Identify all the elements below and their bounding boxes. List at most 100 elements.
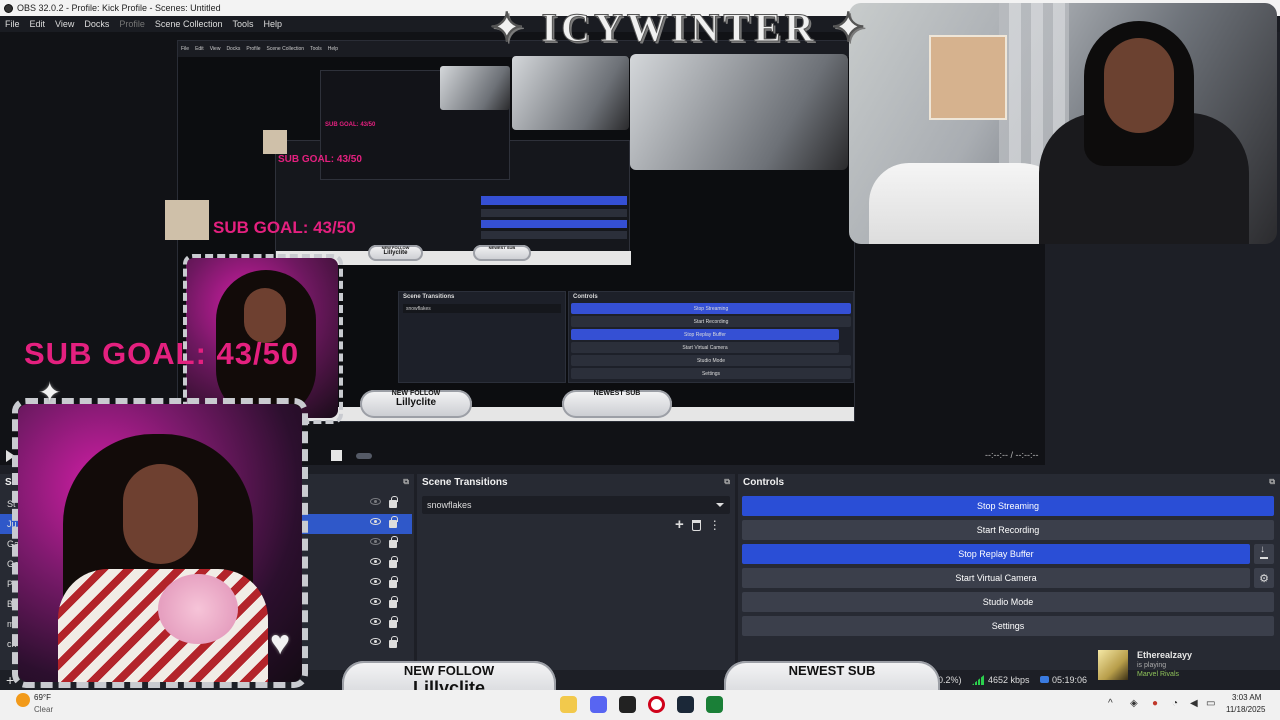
clock-time: 3:03 AM <box>1232 693 1262 702</box>
lock-icon[interactable] <box>389 496 398 508</box>
transition-selected-value: snowflakes <box>427 500 472 510</box>
nested-start-virtual-camera: Start Virtual Camera <box>571 342 839 353</box>
eye-icon[interactable] <box>370 558 381 565</box>
plus-icon[interactable]: + <box>675 517 684 532</box>
lock-icon[interactable] <box>389 516 398 528</box>
undock-icon[interactable]: ⧉ <box>724 477 730 487</box>
battery-icon[interactable]: ▭ <box>1206 698 1215 709</box>
trash-icon[interactable] <box>691 519 701 531</box>
menu-help[interactable]: Help <box>263 19 282 29</box>
lock-icon[interactable] <box>389 636 398 648</box>
wifi-icon[interactable]: ◔ <box>1172 698 1178 709</box>
nested2-bar-2 <box>481 209 627 217</box>
nested2-blue-bar-3 <box>481 220 627 228</box>
nested-settings: Settings <box>571 368 851 379</box>
window-title: OBS 32.0.2 - Profile: Kick Profile - Sce… <box>17 3 221 13</box>
stop-icon[interactable] <box>331 450 342 461</box>
webcam-source <box>849 3 1277 244</box>
opera-icon[interactable] <box>648 696 665 713</box>
stream-time: 05:19:06 <box>1052 675 1088 685</box>
steam-icon[interactable] <box>677 696 694 713</box>
webcam-mirror-2 <box>512 56 629 130</box>
chevron-down-icon <box>716 503 724 507</box>
save-replay-button[interactable] <box>1254 544 1274 564</box>
microphone-icon[interactable]: ● <box>1152 698 1158 709</box>
settings-button[interactable]: Settings <box>742 616 1274 636</box>
start-virtual-camera-button[interactable]: Start Virtual Camera <box>742 568 1250 588</box>
undock-icon[interactable]: ⧉ <box>403 477 409 487</box>
transition-select[interactable]: snowflakes <box>422 496 730 514</box>
newest-sub-pill-sm: NEWEST SUB <box>562 390 672 418</box>
transition-tools: + ⋮ <box>675 517 721 532</box>
volume-icon[interactable]: ◀ <box>1190 698 1198 709</box>
studio-mode-button[interactable]: Studio Mode <box>742 592 1274 612</box>
eye-icon[interactable] <box>370 578 381 585</box>
game-user: Etherealzayy <box>1137 650 1193 660</box>
nested-menu-view: View <box>209 46 221 52</box>
now-playing-widget: Etherealzayy is playing Marvel Rivals <box>1098 648 1278 682</box>
new-follow-pill-xs: NEW FOLLOW Lillyclite <box>368 245 423 261</box>
menu-docks[interactable]: Docks <box>84 19 109 29</box>
newest-sub-sm-label: NEWEST SUB <box>593 390 641 397</box>
nested-menu-file: File <box>181 46 190 52</box>
nested2-bar-4 <box>481 231 627 239</box>
terminal-icon[interactable] <box>706 696 723 713</box>
seek-slider[interactable] <box>356 453 372 459</box>
eye-icon[interactable] <box>370 598 381 605</box>
nested-menu-edit: Edit <box>195 46 204 52</box>
nested-menu-tools: Tools <box>310 46 322 52</box>
menu-edit[interactable]: Edit <box>30 19 46 29</box>
nested-menu-help: Help <box>327 46 339 52</box>
menu-profile[interactable]: Profile <box>119 19 145 29</box>
game-activity: is playing <box>1137 662 1167 669</box>
time-readout: --:--:-- / --:--:-- <box>985 450 1039 460</box>
nested-studio-mode: Studio Mode <box>571 355 851 366</box>
obs-icon[interactable] <box>619 696 636 713</box>
nested-transition-select: snowflakes <box>403 304 561 313</box>
lock-icon[interactable] <box>389 596 398 608</box>
security-icon[interactable]: ◈ <box>1130 698 1138 709</box>
kebab-icon[interactable]: ⋮ <box>709 519 721 531</box>
lock-icon[interactable] <box>389 576 398 588</box>
virtual-camera-config-button[interactable]: ⚙ <box>1254 568 1274 588</box>
sub-goal-medium: SUB GOAL: 43/50 <box>213 218 356 237</box>
start-recording-button[interactable]: Start Recording <box>742 520 1274 540</box>
eye-icon[interactable] <box>370 498 381 505</box>
download-icon <box>1260 544 1268 559</box>
webcam-mirror-1 <box>630 54 848 170</box>
weather-temp: 69°F <box>34 693 51 702</box>
lock-icon[interactable] <box>389 536 398 548</box>
stream-status-icon <box>1040 676 1049 683</box>
chevron-up-icon[interactable]: ^ <box>1108 698 1113 709</box>
stop-streaming-button[interactable]: Stop Streaming <box>742 496 1274 516</box>
discord-icon[interactable] <box>590 696 607 713</box>
menu-tools[interactable]: Tools <box>232 19 253 29</box>
clock-date: 11/18/2025 <box>1226 705 1266 714</box>
menu-view[interactable]: View <box>55 19 74 29</box>
eye-icon[interactable] <box>370 618 381 625</box>
newest-sub-xs-label: NEWEST SUB <box>488 245 516 250</box>
sub-goal-xs: SUB GOAL: 43/50 <box>325 122 376 128</box>
lock-icon[interactable] <box>389 616 398 628</box>
sub-goal-small: SUB GOAL: 43/50 <box>278 154 362 165</box>
transitions-dock-header: Scene Transitions ⧉ <box>417 474 735 490</box>
eye-icon[interactable] <box>370 538 381 545</box>
sub-goal-large: SUB GOAL: 43/50 <box>24 336 300 371</box>
weather-icon[interactable] <box>16 693 30 707</box>
new-follow-sm-label: NEW FOLLOW <box>391 390 441 397</box>
new-follow-label: NEW FOLLOW <box>403 663 495 678</box>
nested-controls-title: Controls <box>573 294 598 300</box>
undock-icon[interactable]: ⧉ <box>1269 477 1275 487</box>
file-explorer-icon[interactable] <box>560 696 577 713</box>
photo-frame-thumb-sm <box>263 130 287 154</box>
nested-menu-docks: Docks <box>226 46 241 52</box>
stop-replay-buffer-button[interactable]: Stop Replay Buffer <box>742 544 1250 564</box>
heart-charm-icon: ♥ <box>270 624 291 662</box>
signal-bars-icon <box>972 675 984 685</box>
eye-icon[interactable] <box>370 518 381 525</box>
nested-menu-profile: Profile <box>246 46 261 52</box>
eye-icon[interactable] <box>370 638 381 645</box>
menu-file[interactable]: File <box>5 19 20 29</box>
lock-icon[interactable] <box>389 556 398 568</box>
menu-scene-collection[interactable]: Scene Collection <box>155 19 223 29</box>
